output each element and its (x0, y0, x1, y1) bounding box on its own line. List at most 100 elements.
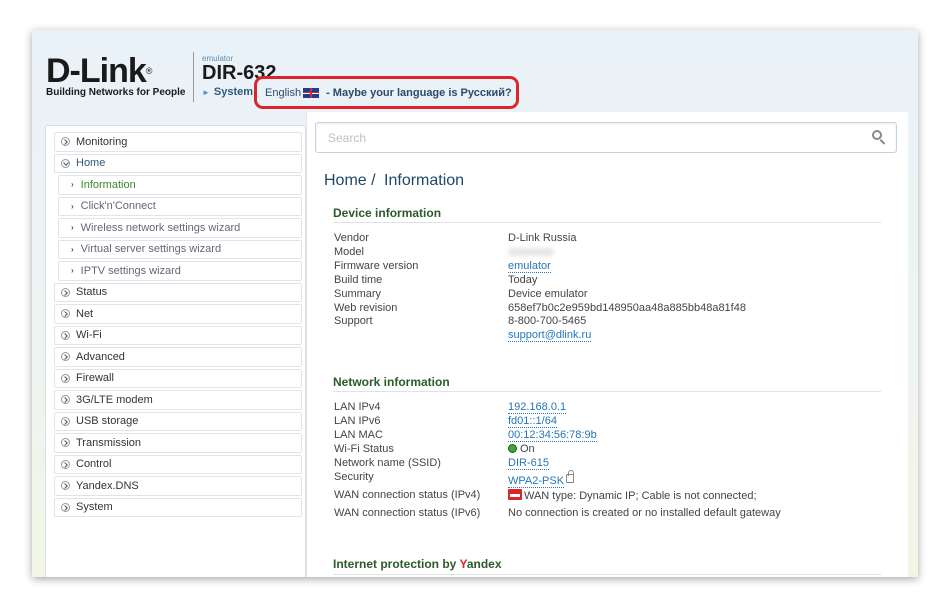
device-info-keys: Vendor Model Firmware version Build time… (334, 232, 418, 329)
lan-ipv4-link[interactable]: 192.168.0.1 (508, 401, 567, 414)
lan-ipv6-label: LAN IPv6 (334, 415, 381, 427)
language-current[interactable]: English (265, 87, 301, 99)
support-label: Support (334, 315, 373, 328)
network-info-values: 192.168.0.1 fd01::1/64 00:12:34:56:78:9b… (508, 400, 781, 520)
expand-icon (61, 352, 70, 362)
lan-mac-value: 00:12:34:56:78:9b (508, 428, 781, 442)
logo-wordmark: D-Link® (46, 52, 152, 90)
lan-ipv4-label: LAN IPv4 (334, 401, 381, 413)
expand-icon (61, 309, 70, 319)
arrow-right-icon: ► (202, 88, 210, 97)
sidebar-item-control[interactable]: Control (54, 454, 302, 474)
network-info-keys: LAN IPv4 LAN IPv6 LAN MAC Wi-Fi Status N… (334, 400, 480, 520)
wifi-status-value: On (508, 442, 781, 456)
sidebar-item-net[interactable]: Net (54, 304, 302, 324)
expand-icon (61, 416, 70, 426)
lan-ipv6-value: fd01::1/64 (508, 414, 781, 428)
status-on-icon (508, 444, 517, 453)
support-phone-value: 8-800-700-5465 (508, 315, 587, 328)
network-info-heading: Network information (333, 375, 450, 389)
ssid-link[interactable]: DIR-615 (508, 457, 549, 470)
firmware-link[interactable]: emulator (508, 259, 551, 273)
vendor-label: Vendor (334, 232, 369, 244)
lock-icon (566, 470, 575, 483)
sidebar-nav: Monitoring Home › Information › Click'n'Co… (45, 125, 306, 577)
device-info-values: D-Link Russia emulator Today Device emul… (508, 232, 746, 343)
security-label: Security (334, 471, 374, 483)
sidebar-item-usb-storage[interactable]: USB storage (54, 411, 302, 431)
sidebar-subitem-clicknconnect[interactable]: › Click'n'Connect (58, 196, 302, 216)
section-divider (333, 574, 881, 575)
sidebar-item-transmission[interactable]: Transmission (54, 433, 302, 453)
search-input[interactable]: Search (315, 122, 897, 153)
sidebar-item-status[interactable]: Status (54, 282, 302, 302)
section-divider (333, 222, 881, 223)
security-link[interactable]: WPA2-PSK (508, 475, 565, 488)
header-divider (193, 52, 194, 102)
search-placeholder: Search (328, 130, 367, 145)
lan-mac-link[interactable]: 00:12:34:56:78:9b (508, 429, 597, 442)
page-title: Home / Information (324, 172, 464, 190)
build-time-label: Build time (334, 273, 383, 286)
web-revision-label: Web revision (334, 301, 398, 314)
web-revision-value: 658ef7b0c2e959bd148950aa48a885bb48a81f48 (508, 301, 746, 314)
lan-mac-label: LAN MAC (334, 429, 383, 441)
section-divider (333, 391, 881, 392)
chevron-right-icon: › (71, 266, 74, 276)
sidebar-item-wifi[interactable]: Wi-Fi (54, 325, 302, 345)
support-email-link[interactable]: support@dlink.ru (508, 329, 592, 343)
firmware-label: Firmware version (334, 259, 419, 272)
lan-ipv6-link[interactable]: fd01::1/64 (508, 415, 557, 428)
redacted-blur (508, 247, 554, 256)
firmware-value: emulator (508, 259, 746, 274)
summary-value: Device emulator (508, 287, 588, 300)
expand-icon (61, 438, 70, 448)
wan-ipv6-value: No connection is created or no installed… (508, 507, 781, 519)
expand-icon (61, 330, 70, 340)
language-suggestion-link[interactable]: - Maybe your language is Русский? (326, 87, 512, 99)
vendor-value: D-Link Russia (508, 232, 577, 244)
ssid-value: DIR-615 (508, 456, 781, 470)
model-label: Model (334, 245, 364, 258)
support-email-value: support@dlink.ru (508, 329, 746, 343)
expand-icon (61, 502, 70, 512)
sidebar-item-home[interactable]: Home (54, 153, 302, 173)
sidebar-item-yandex-dns[interactable]: Yandex.DNS (54, 476, 302, 496)
lan-ipv4-value: 192.168.0.1 (508, 400, 781, 414)
wan-ipv4-label: WAN connection status (IPv4) (334, 489, 481, 501)
logo-tagline: Building Networks for People (46, 87, 186, 98)
sidebar-subitem-wireless-wizard[interactable]: › Wireless network settings wizard (58, 218, 302, 238)
breadcrumb-current: Information (384, 172, 465, 189)
system-link[interactable]: ► System (202, 86, 253, 98)
sidebar-item-advanced[interactable]: Advanced (54, 347, 302, 367)
sidebar-item-system[interactable]: System (54, 497, 302, 517)
expand-icon (61, 137, 70, 147)
main-content: Search Home / Information Device informa… (306, 112, 908, 577)
router-web-interface: D-Link® Building Networks for People emu… (32, 30, 918, 577)
build-time-value: Today (508, 273, 538, 286)
sidebar-subitem-iptv-wizard[interactable]: › IPTV settings wizard (58, 261, 302, 281)
model-value-redacted (508, 246, 746, 260)
breadcrumb-home[interactable]: Home / (324, 172, 376, 189)
chevron-right-icon: › (71, 180, 74, 190)
chevron-right-icon: › (71, 201, 74, 211)
chevron-right-icon: › (71, 223, 74, 233)
wan-ipv6-label: WAN connection status (IPv6) (334, 507, 481, 519)
sidebar-item-monitoring[interactable]: Monitoring (54, 132, 302, 152)
sidebar-subitem-information[interactable]: › Information (58, 175, 302, 195)
uk-flag-icon (303, 87, 320, 98)
wan-disconnected-icon (508, 489, 522, 500)
ssid-label: Network name (SSID) (334, 457, 441, 469)
sidebar-subitem-virtual-server-wizard[interactable]: › Virtual server settings wizard (58, 239, 302, 259)
expand-icon (61, 481, 70, 491)
collapse-icon (61, 158, 70, 168)
expand-icon (61, 287, 70, 297)
sidebar-item-firewall[interactable]: Firewall (54, 368, 302, 388)
language-selector-highlight: English - Maybe your language is Русский… (254, 76, 519, 109)
sidebar-item-3g-lte-modem[interactable]: 3G/LTE modem (54, 390, 302, 410)
search-icon[interactable] (872, 130, 886, 145)
dlink-logo[interactable]: D-Link® Building Networks for People (46, 52, 186, 98)
security-value: WPA2-PSK (508, 470, 781, 488)
chevron-right-icon: › (71, 244, 74, 254)
expand-icon (61, 373, 70, 383)
